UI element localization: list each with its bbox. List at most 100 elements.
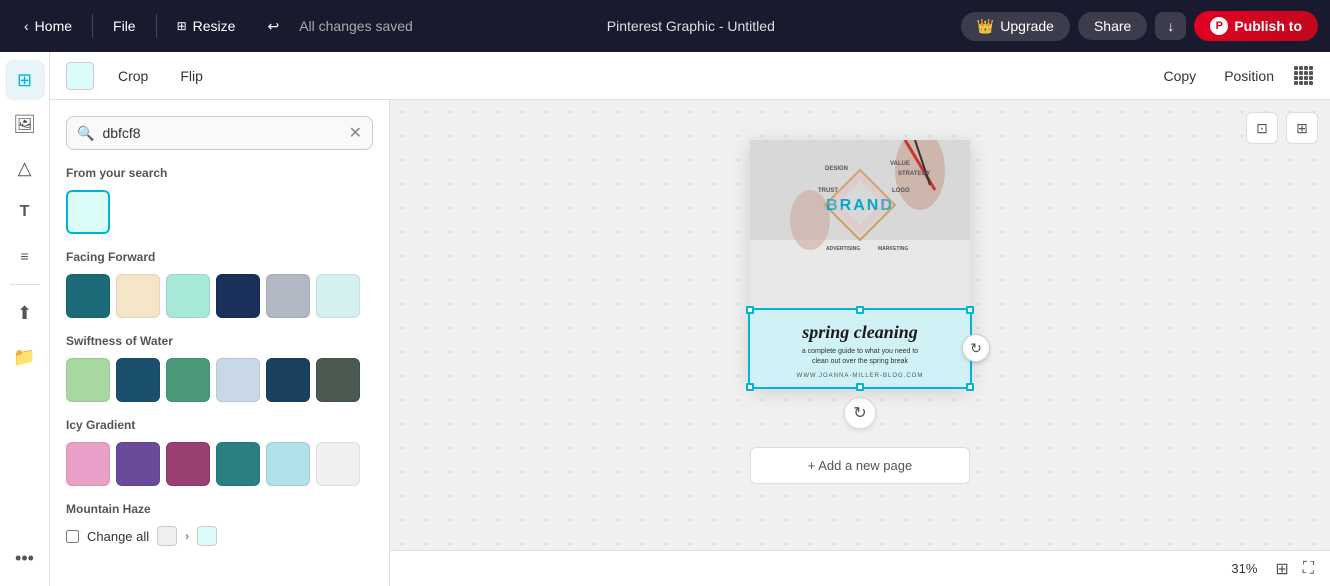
color-swatch-sw-6[interactable]	[316, 358, 360, 402]
svg-text:VALUE: VALUE	[890, 161, 910, 167]
svg-text:MARKETING: MARKETING	[878, 246, 908, 252]
nav-divider-1	[92, 14, 93, 38]
file-button[interactable]: File	[101, 12, 148, 40]
sidebar-icon-text[interactable]: T	[5, 192, 45, 232]
color-swatch-ig-5[interactable]	[266, 442, 310, 486]
color-search-box: 🔍 ✕	[66, 116, 373, 150]
swiftness-grid	[66, 358, 373, 402]
share-button[interactable]: Share	[1078, 12, 1147, 40]
color-swatch-sw-5[interactable]	[266, 358, 310, 402]
swiftness-label: Swiftness of Water	[66, 334, 373, 348]
color-swatch-sw-4[interactable]	[216, 358, 260, 402]
color-swatch-sw-3[interactable]	[166, 358, 210, 402]
clear-search-icon[interactable]: ✕	[349, 123, 362, 143]
flip-button[interactable]: Flip	[172, 64, 211, 88]
color-swatch-ff-3[interactable]	[166, 274, 210, 318]
add-new-page-button[interactable]: + Add a new page	[750, 447, 970, 484]
top-navbar: ‹ Home File ⊞ Resize ↩ All changes saved…	[0, 0, 1330, 52]
position-label: Position	[1224, 68, 1274, 84]
fullscreen-button[interactable]: ⛶	[1303, 560, 1314, 578]
color-swatch-ig-1[interactable]	[66, 442, 110, 486]
facing-forward-grid	[66, 274, 373, 318]
color-swatch-sw-2[interactable]	[116, 358, 160, 402]
color-swatch-ff-2[interactable]	[116, 274, 160, 318]
search-icon: 🔍	[77, 125, 94, 142]
color-swatch-ff-4[interactable]	[216, 274, 260, 318]
change-all-checkbox[interactable]	[66, 530, 79, 543]
change-all-from-swatch[interactable]	[157, 526, 177, 546]
home-button[interactable]: ‹ Home	[12, 12, 84, 40]
file-label: File	[113, 18, 136, 34]
sidebar-icon-lines[interactable]: ≡	[5, 236, 45, 276]
sidebar-icon-upload[interactable]: ⬆	[5, 293, 45, 333]
zoom-level: 31%	[1231, 561, 1257, 576]
resize-button[interactable]: ⊞ Resize	[165, 12, 248, 40]
crop-label: Crop	[118, 68, 148, 84]
icy-gradient-label: Icy Gradient	[66, 418, 373, 432]
chevron-left-icon: ‹	[24, 18, 29, 34]
search-result-grid	[66, 190, 373, 234]
nav-divider-2	[156, 14, 157, 38]
resize-label: Resize	[193, 18, 236, 34]
color-swatch-sw-1[interactable]	[66, 358, 110, 402]
undo-button[interactable]: ↩	[255, 12, 291, 41]
color-search-input[interactable]	[102, 125, 340, 141]
spring-cleaning-section: spring cleaning a complete guide to what…	[750, 310, 970, 387]
icy-gradient-grid	[66, 442, 373, 486]
svg-text:ADVERTISING: ADVERTISING	[826, 246, 860, 252]
color-swatch-ig-4[interactable]	[216, 442, 260, 486]
upgrade-button[interactable]: 👑 Upgrade	[961, 12, 1070, 41]
publish-button[interactable]: P Publish to	[1194, 11, 1318, 41]
color-swatch-ig-2[interactable]	[116, 442, 160, 486]
svg-text:DESIGN: DESIGN	[825, 166, 848, 172]
color-swatch-ff-1[interactable]	[66, 274, 110, 318]
sidebar-icon-grid[interactable]: ⊞	[5, 60, 45, 100]
sidebar-icon-more[interactable]: •••	[5, 538, 45, 578]
view-buttons: ⊞ ⛶	[1269, 557, 1314, 581]
more-options-icon[interactable]	[1294, 66, 1314, 86]
color-swatch-ig-3[interactable]	[166, 442, 210, 486]
position-button[interactable]: Position	[1216, 64, 1282, 88]
svg-text:TRUST: TRUST	[818, 188, 838, 194]
spring-cleaning-box[interactable]: spring cleaning a complete guide to what…	[750, 310, 970, 387]
duplicate-element-button[interactable]: ⊡	[1246, 112, 1278, 144]
design-card[interactable]: BRAND VALUE STRATEGY DESIGN TRUST LOGO A…	[750, 140, 970, 387]
resize-icon: ⊞	[177, 19, 187, 33]
color-swatch-ig-6[interactable]	[316, 442, 360, 486]
canvas-controls: ⊡ ⊞	[1246, 112, 1318, 144]
element-toolbar: Crop Flip Copy Position	[50, 52, 1330, 100]
document-title: Pinterest Graphic - Untitled	[429, 18, 953, 34]
copy-button[interactable]: Copy	[1156, 64, 1205, 88]
copy-element-button[interactable]: ⊞	[1286, 112, 1318, 144]
change-all-label: Change all	[87, 529, 149, 544]
svg-text:STRATEGY: STRATEGY	[898, 171, 930, 177]
search-result-color[interactable]	[66, 190, 110, 234]
toolbar-right: Copy Position	[1156, 64, 1315, 88]
crop-button[interactable]: Crop	[110, 64, 156, 88]
download-icon: ↓	[1167, 18, 1174, 34]
sidebar-icon-shapes[interactable]: △	[5, 148, 45, 188]
saved-text: All changes saved	[299, 18, 413, 34]
color-swatch-ff-5[interactable]	[266, 274, 310, 318]
color-swatch-toolbar[interactable]	[66, 62, 94, 90]
change-all-row: Change all ›	[66, 526, 373, 546]
grid-view-button[interactable]: ⊞	[1269, 557, 1294, 581]
canvas-area: ⊡ ⊞	[390, 100, 1330, 550]
sidebar-icon-folder[interactable]: 📁	[5, 337, 45, 377]
spring-subtitle: a complete guide to what you need toclea…	[760, 347, 960, 367]
sync-icon-button[interactable]: ↻	[844, 397, 876, 429]
left-sidebar: ⊞ 🖼 △ T ≡ ⬆ 📁 •••	[0, 52, 50, 586]
spring-url: WWW.JOANNA-MILLER-BLOG.COM	[760, 373, 960, 379]
pinterest-icon: P	[1210, 17, 1228, 35]
crown-icon: 👑	[977, 18, 994, 35]
hands-graphic: BRAND VALUE STRATEGY DESIGN TRUST LOGO A…	[750, 140, 970, 310]
spring-title: spring cleaning	[760, 322, 960, 343]
bottom-bar: 31% ⊞ ⛶	[390, 550, 1330, 586]
share-label: Share	[1094, 18, 1131, 34]
change-all-to-swatch[interactable]	[197, 526, 217, 546]
download-button[interactable]: ↓	[1155, 12, 1186, 40]
color-panel: 🔍 ✕ From your search Facing Forward Swif…	[50, 100, 390, 586]
design-card-image: BRAND VALUE STRATEGY DESIGN TRUST LOGO A…	[750, 140, 970, 310]
color-swatch-ff-6[interactable]	[316, 274, 360, 318]
sidebar-icon-image[interactable]: 🖼	[5, 104, 45, 144]
